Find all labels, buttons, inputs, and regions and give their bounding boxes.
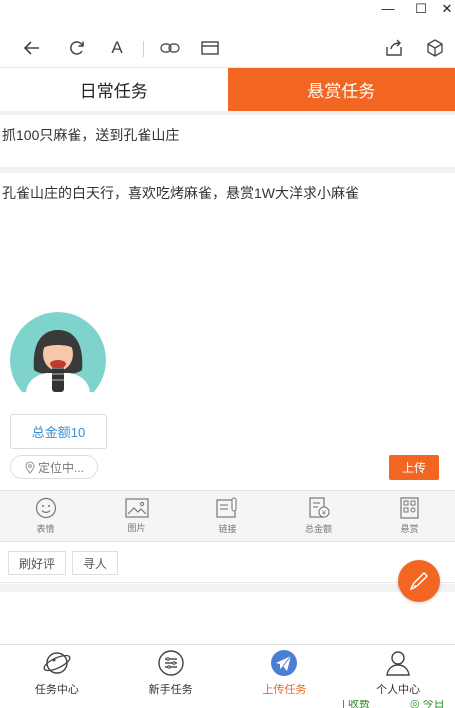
link-chain-icon[interactable] — [158, 36, 182, 60]
close-button[interactable]: ✕ — [432, 0, 455, 22]
attachment-toolbar: 表情 图片 链接 ¥ 总金额 悬赏 — [0, 490, 455, 542]
nav-task-center[interactable]: 任务中心 — [0, 645, 114, 700]
back-icon[interactable] — [20, 36, 44, 60]
planet-icon — [43, 651, 71, 674]
tray-item: | 收费 — [342, 700, 370, 708]
nav-personal-center[interactable]: 个人中心 — [341, 645, 455, 700]
location-chip[interactable]: 定位中... — [10, 455, 98, 479]
image-icon — [124, 498, 149, 518]
nav-label: 上传任务 — [262, 683, 307, 696]
toolbar-divider — [143, 41, 144, 57]
menu-list-icon — [157, 649, 184, 676]
reward-icon — [399, 497, 419, 519]
nav-label: 任务中心 — [34, 683, 79, 696]
person-icon — [386, 650, 410, 676]
tool-label: 链接 — [218, 524, 237, 534]
link-icon — [215, 497, 237, 518]
minimize-button[interactable]: — — [373, 0, 403, 22]
task-title-field[interactable]: 抓100只麻雀，送到孔雀山庄 — [0, 115, 455, 167]
tool-label: 表情 — [36, 524, 55, 534]
task-content-field[interactable]: 孔雀山庄的白天行，喜欢吃烤麻雀，悬赏1W大洋求小麻雀 — [0, 173, 455, 303]
compose-fab-button[interactable] — [398, 560, 440, 602]
nav-label: 新手任务 — [148, 683, 193, 696]
share-icon[interactable] — [382, 36, 406, 60]
bottom-navigation: 任务中心 新手任务 上传任务 个人中心 — [0, 644, 455, 700]
upload-button[interactable]: 上传 — [389, 455, 439, 480]
task-tags: 刷好评 寻人 — [0, 543, 455, 583]
pen-edit-icon — [409, 571, 429, 591]
card-icon[interactable] — [198, 36, 222, 60]
total-amount-button[interactable]: 总金额10 — [10, 414, 107, 449]
paper-plane-icon — [271, 649, 298, 676]
nav-newbie-tasks[interactable]: 新手任务 — [114, 645, 228, 700]
tool-emoji[interactable]: 表情 — [0, 491, 91, 541]
tray-item: ◎ 今日 — [410, 700, 445, 708]
nav-label: 个人中心 — [376, 683, 421, 696]
nav-upload-task[interactable]: 上传任务 — [228, 645, 342, 700]
browser-toolbar: A — [0, 30, 455, 66]
tool-label: 图片 — [127, 523, 146, 533]
location-label: 定位中... — [37, 460, 84, 475]
avatar[interactable] — [10, 312, 106, 392]
tool-link[interactable]: 链接 — [182, 491, 273, 541]
tool-label: 悬赏 — [400, 524, 419, 534]
section-divider — [0, 584, 455, 592]
emoji-icon — [35, 497, 56, 519]
text-size-icon[interactable]: A — [105, 36, 129, 60]
window-controls: — ☐ ✕ — [0, 0, 455, 22]
cube-icon[interactable] — [423, 36, 447, 60]
svg-text:¥: ¥ — [321, 509, 326, 517]
tool-label: 总金额 — [304, 524, 332, 534]
tool-total-amount[interactable]: ¥ 总金额 — [273, 491, 364, 541]
tab-daily-tasks[interactable]: 日常任务 — [0, 68, 228, 111]
amount-icon: ¥ — [308, 497, 330, 518]
tag-chip[interactable]: 寻人 — [72, 551, 119, 575]
tag-chip[interactable]: 刷好评 — [8, 551, 67, 575]
tool-reward[interactable]: 悬赏 — [364, 491, 455, 541]
refresh-icon[interactable] — [65, 36, 89, 60]
task-type-tabs: 日常任务 悬赏任务 — [0, 67, 455, 111]
tool-image[interactable]: 图片 — [91, 491, 182, 541]
location-pin-icon — [25, 460, 35, 474]
tab-reward-tasks[interactable]: 悬赏任务 — [227, 68, 455, 111]
